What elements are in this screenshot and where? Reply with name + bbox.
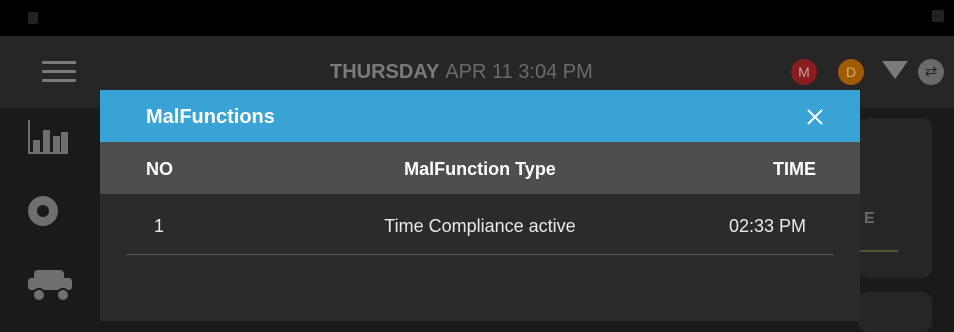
system-status-bar [0, 0, 954, 36]
table-row[interactable]: 1 Time Compliance active 02:33 PM [126, 194, 834, 255]
circle-logo-icon[interactable] [28, 196, 58, 226]
dialog-title: MalFunctions [146, 106, 275, 128]
dialog-header: MalFunctions [100, 90, 860, 142]
bar-chart-icon[interactable] [28, 120, 68, 154]
truck-icon[interactable] [28, 270, 72, 302]
column-header-time: TIME [773, 159, 816, 179]
background-card: E [858, 118, 932, 278]
sync-icon[interactable]: ⇄ [918, 59, 944, 85]
background-card-divider [858, 250, 898, 252]
date-label: APR 11 3:04 PM [445, 61, 593, 83]
row-time: 02:33 PM [728, 216, 806, 236]
status-icons [932, 10, 944, 22]
sidebar [0, 108, 100, 321]
row-no: 1 [154, 216, 165, 236]
notification-icon [28, 12, 38, 24]
row-type: Time Compliance active [384, 216, 576, 236]
diagnostic-badge[interactable]: D [838, 59, 864, 85]
wifi-icon [882, 61, 908, 79]
background-card-label: E [864, 210, 875, 227]
malfunctions-dialog: MalFunctions NO MalFunction Type TIME 1 … [100, 90, 860, 321]
malfunction-badge[interactable]: M [791, 59, 817, 85]
battery-icon [932, 10, 944, 22]
hamburger-menu-icon[interactable] [42, 61, 76, 83]
background-card-lower [858, 292, 932, 332]
table-header: NO MalFunction Type TIME [100, 142, 860, 194]
day-label: THURSDAY [330, 61, 440, 83]
date-time-title: THURSDAY APR 11 3:04 PM [330, 61, 593, 84]
close-icon[interactable] [800, 102, 830, 132]
column-header-type: MalFunction Type [404, 159, 556, 179]
column-header-no: NO [146, 159, 173, 179]
